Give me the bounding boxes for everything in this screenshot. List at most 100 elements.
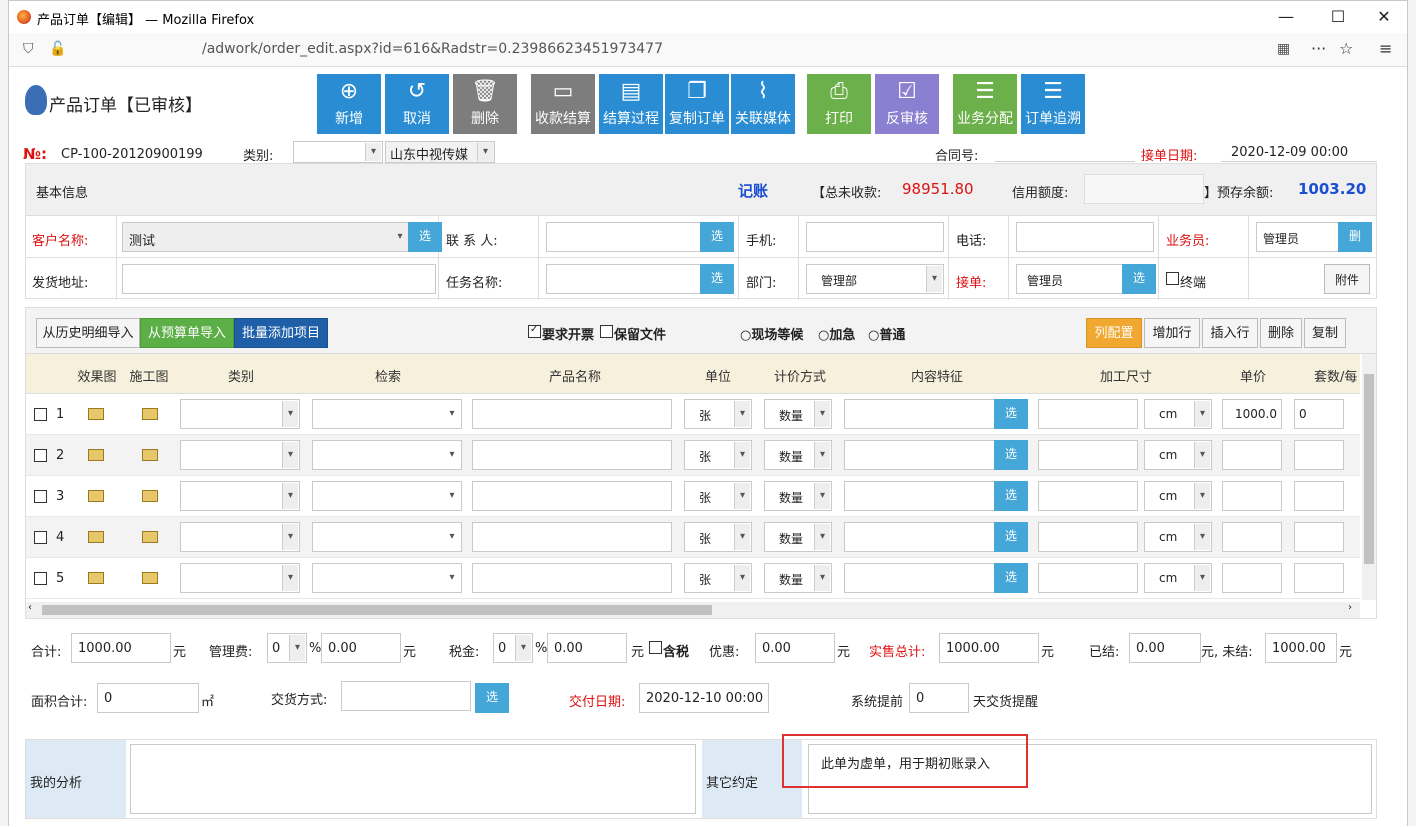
add-row-button[interactable]: 增加行 — [1144, 318, 1200, 348]
url-text[interactable]: /adwork/order_edit.aspx?id=616&Radstr=0.… — [202, 41, 663, 57]
payment-settlement-button[interactable]: ▭ 收款结算 — [531, 74, 595, 134]
company-select[interactable]: 山东中视传媒 ▾ — [385, 141, 495, 163]
delete-button[interactable]: 🗑 删除 — [453, 74, 517, 134]
shield-icon[interactable]: ⛉ — [23, 41, 34, 57]
product-name-textarea[interactable] — [472, 563, 672, 593]
product-name-textarea[interactable] — [472, 481, 672, 511]
folder-icon[interactable] — [88, 572, 104, 584]
task-pick-button[interactable]: 选 — [700, 264, 734, 294]
unit-price-input[interactable]: 1000.0 — [1222, 399, 1282, 429]
content-pick-button[interactable]: 选 — [994, 563, 1028, 593]
size-unit-select[interactable]: cm ▾ — [1144, 481, 1212, 511]
row-checkbox[interactable] — [34, 531, 47, 544]
attachment-button[interactable]: 附件 — [1324, 264, 1370, 294]
unit-select[interactable]: 张 ▾ — [684, 481, 752, 511]
contact-input[interactable] — [546, 222, 702, 252]
actual-total-input[interactable]: 1000.00 — [939, 633, 1039, 663]
content-feature-textarea[interactable] — [844, 563, 996, 593]
bookmark-star-icon[interactable]: ☆ — [1339, 39, 1353, 58]
content-feature-textarea[interactable] — [844, 399, 996, 429]
tax-input[interactable]: 0.00 — [547, 633, 627, 663]
bookkeep-link[interactable]: 记账 — [738, 180, 768, 201]
category-select[interactable]: ▾ — [180, 563, 300, 593]
price-mode-select[interactable]: 数量 ▾ — [764, 399, 832, 429]
type-select[interactable]: ▾ — [293, 141, 383, 163]
price-mode-select[interactable]: 数量 ▾ — [764, 481, 832, 511]
row-checkbox[interactable] — [34, 490, 47, 503]
unit-price-input[interactable] — [1222, 522, 1282, 552]
contract-field[interactable] — [995, 161, 1135, 162]
column-config-button[interactable]: 列配置 — [1086, 318, 1142, 348]
delete-row-button[interactable]: 删除 — [1260, 318, 1302, 348]
delivery-pick-button[interactable]: 选 — [475, 683, 509, 713]
customer-pick-button[interactable]: 选 — [408, 222, 442, 252]
normal-radio[interactable]: ○普通 — [868, 324, 905, 343]
price-mode-select[interactable]: 数量 ▾ — [764, 522, 832, 552]
unit-price-input[interactable] — [1222, 440, 1282, 470]
mobile-input[interactable] — [806, 222, 944, 252]
import-budget-button[interactable]: 从预算单导入 — [140, 318, 234, 348]
keep-file-checkbox[interactable] — [600, 325, 613, 338]
tax-pct-select[interactable]: 0 ▾ — [493, 633, 533, 663]
qr-code-icon[interactable]: ▦ — [1277, 41, 1290, 57]
size-unit-select[interactable]: cm ▾ — [1144, 440, 1212, 470]
business-assign-button[interactable]: ☰ 业务分配 — [953, 74, 1017, 134]
urgent-radio[interactable]: ○加急 — [818, 324, 855, 343]
analysis-textarea[interactable] — [130, 744, 696, 814]
category-select[interactable]: ▾ — [180, 399, 300, 429]
size-input[interactable] — [1038, 563, 1138, 593]
row-checkbox[interactable] — [34, 408, 47, 421]
receiver-pick-button[interactable]: 选 — [1122, 264, 1156, 294]
insecure-lock-icon[interactable]: 🔓 — [49, 41, 66, 57]
search-select[interactable]: ▾ — [312, 481, 462, 511]
more-icon[interactable]: ··· — [1311, 39, 1326, 58]
horizontal-scroll-thumb[interactable] — [42, 605, 712, 615]
discount-input[interactable]: 0.00 — [755, 633, 835, 663]
category-select[interactable]: ▾ — [180, 440, 300, 470]
receiver-input[interactable]: 管理员 — [1016, 264, 1124, 294]
unit-select[interactable]: 张 ▾ — [684, 399, 752, 429]
size-input[interactable] — [1038, 399, 1138, 429]
search-select[interactable]: ▾ — [312, 522, 462, 552]
minimize-icon[interactable]: — — [1263, 5, 1309, 29]
deliver-date-input[interactable]: 2020-12-10 00:00 — [639, 683, 769, 713]
scroll-right-icon[interactable]: › — [1348, 602, 1352, 613]
product-name-textarea[interactable] — [472, 399, 672, 429]
unapprove-button[interactable]: ☑ 反审核 — [875, 74, 939, 134]
folder-icon[interactable] — [142, 572, 158, 584]
unit-price-input[interactable] — [1222, 563, 1282, 593]
folder-icon[interactable] — [88, 531, 104, 543]
address-input[interactable] — [122, 264, 436, 294]
close-icon[interactable]: ✕ — [1361, 5, 1407, 29]
settled-input[interactable]: 0.00 — [1129, 633, 1201, 663]
search-select[interactable]: ▾ — [312, 399, 462, 429]
menu-icon[interactable]: ≡ — [1379, 39, 1392, 58]
row-checkbox[interactable] — [34, 572, 47, 585]
content-pick-button[interactable]: 选 — [994, 440, 1028, 470]
mgmt-input[interactable]: 0.00 — [321, 633, 401, 663]
batch-add-button[interactable]: 批量添加项目 — [234, 318, 328, 348]
sets-input[interactable] — [1294, 563, 1344, 593]
size-input[interactable] — [1038, 522, 1138, 552]
unsettled-input[interactable]: 1000.00 — [1265, 633, 1337, 663]
sets-input[interactable] — [1294, 440, 1344, 470]
print-button[interactable]: ⎙ 打印 — [807, 74, 871, 134]
price-mode-select[interactable]: 数量 ▾ — [764, 440, 832, 470]
unit-select[interactable]: 张 ▾ — [684, 563, 752, 593]
sets-input[interactable] — [1294, 522, 1344, 552]
sets-input[interactable] — [1294, 481, 1344, 511]
product-name-textarea[interactable] — [472, 440, 672, 470]
delivery-input[interactable] — [341, 681, 471, 711]
unit-select[interactable]: 张 ▾ — [684, 440, 752, 470]
customer-select[interactable]: 测试 ▾ — [122, 222, 410, 252]
size-unit-select[interactable]: cm ▾ — [1144, 563, 1212, 593]
content-feature-textarea[interactable] — [844, 481, 996, 511]
folder-icon[interactable] — [142, 449, 158, 461]
folder-icon[interactable] — [142, 531, 158, 543]
price-mode-select[interactable]: 数量 ▾ — [764, 563, 832, 593]
size-unit-select[interactable]: cm ▾ — [1144, 399, 1212, 429]
content-feature-textarea[interactable] — [844, 440, 996, 470]
content-feature-textarea[interactable] — [844, 522, 996, 552]
content-pick-button[interactable]: 选 — [994, 481, 1028, 511]
remind-input[interactable]: 0 — [909, 683, 969, 713]
